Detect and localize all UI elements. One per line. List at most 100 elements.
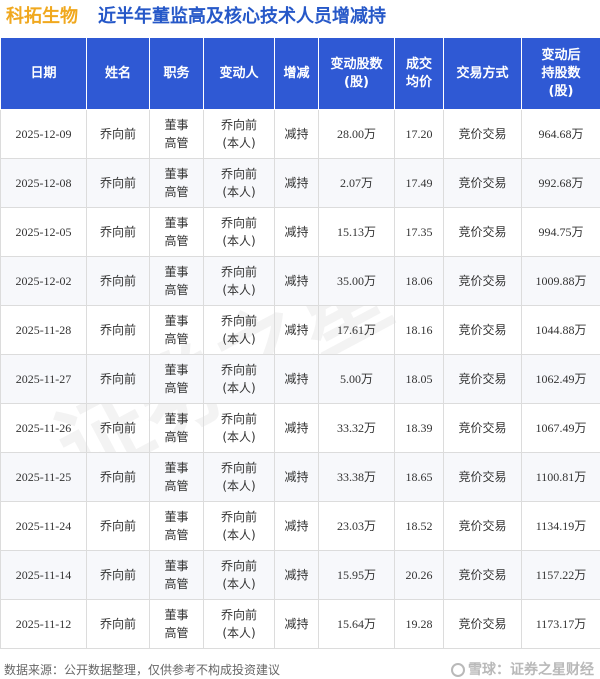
cell-after: 1067.49万 — [521, 403, 600, 453]
column-header: 姓名 — [86, 37, 150, 110]
cell-name: 乔向前 — [86, 158, 150, 208]
cell-change: 减持 — [274, 452, 319, 502]
cell-change: 减持 — [274, 403, 319, 453]
cell-price: 18.06 — [394, 256, 444, 306]
cell-price: 17.49 — [394, 158, 444, 208]
cell-role: 董事 高管 — [149, 403, 204, 453]
cell-name: 乔向前 — [86, 403, 150, 453]
cell-after: 1009.88万 — [521, 256, 600, 306]
brand-text: 雪球：证券之星财经 — [468, 662, 594, 678]
column-header: 变动后 持股数 (股) — [521, 37, 600, 110]
cell-method: 竞价交易 — [443, 109, 522, 159]
column-header: 增减 — [274, 37, 319, 110]
cell-shares: 5.00万 — [318, 354, 395, 404]
cell-price: 17.20 — [394, 109, 444, 159]
cell-method: 竞价交易 — [443, 501, 522, 551]
cell-after: 1157.22万 — [521, 550, 600, 600]
cell-change: 减持 — [274, 109, 319, 159]
cell-role: 董事 高管 — [149, 305, 204, 355]
cell-role: 董事 高管 — [149, 109, 204, 159]
cell-name: 乔向前 — [86, 305, 150, 355]
cell-person: 乔向前 (本人) — [203, 354, 275, 404]
page-title: 近半年董监高及核心技术人员增减持 — [98, 6, 386, 27]
cell-change: 减持 — [274, 599, 319, 649]
table-row: 2025-12-09 乔向前 董事 高管 乔向前 (本人) 减持 28.00万 17.20 竞价交… — [0, 109, 600, 159]
cell-change: 减持 — [274, 305, 319, 355]
cell-price: 18.16 — [394, 305, 444, 355]
cell-price: 18.05 — [394, 354, 444, 404]
table-row: 2025-12-08 乔向前 董事 高管 乔向前 (本人) 减持 2.07万 17.49 竞价交易… — [0, 158, 600, 208]
cell-shares: 33.32万 — [318, 403, 395, 453]
cell-date: 2025-12-05 — [0, 207, 87, 257]
cell-after: 1062.49万 — [521, 354, 600, 404]
brand-label: 雪球：证券之星财经 — [451, 659, 594, 679]
cell-after: 1134.19万 — [521, 501, 600, 551]
cell-method: 竞价交易 — [443, 354, 522, 404]
cell-person: 乔向前 (本人) — [203, 599, 275, 649]
cell-shares: 2.07万 — [318, 158, 395, 208]
cell-price: 20.26 — [394, 550, 444, 600]
table-row: 2025-11-12 乔向前 董事 高管 乔向前 (本人) 减持 15.64万 19.28 竞价交… — [0, 599, 600, 649]
cell-person: 乔向前 (本人) — [203, 550, 275, 600]
cell-method: 竞价交易 — [443, 452, 522, 502]
table-row: 2025-11-28 乔向前 董事 高管 乔向前 (本人) 减持 17.61万 18.16 竞价交… — [0, 305, 600, 355]
cell-after: 1100.81万 — [521, 452, 600, 502]
cell-role: 董事 高管 — [149, 256, 204, 306]
cell-method: 竞价交易 — [443, 207, 522, 257]
cell-method: 竞价交易 — [443, 550, 522, 600]
table-row: 2025-11-26 乔向前 董事 高管 乔向前 (本人) 减持 33.32万 18.39 竞价交… — [0, 403, 600, 453]
cell-price: 18.39 — [394, 403, 444, 453]
cell-date: 2025-12-09 — [0, 109, 87, 159]
column-header: 日期 — [0, 37, 87, 110]
cell-date: 2025-12-08 — [0, 158, 87, 208]
cell-date: 2025-12-02 — [0, 256, 87, 306]
cell-price: 19.28 — [394, 599, 444, 649]
cell-change: 减持 — [274, 550, 319, 600]
cell-name: 乔向前 — [86, 109, 150, 159]
cell-date: 2025-11-26 — [0, 403, 87, 453]
cell-after: 1173.17万 — [521, 599, 600, 649]
cell-role: 董事 高管 — [149, 452, 204, 502]
cell-shares: 23.03万 — [318, 501, 395, 551]
table-body: 2025-12-09 乔向前 董事 高管 乔向前 (本人) 减持 28.00万 17.20 竞价交… — [0, 109, 600, 649]
cell-shares: 15.95万 — [318, 550, 395, 600]
cell-role: 董事 高管 — [149, 550, 204, 600]
cell-date: 2025-11-24 — [0, 501, 87, 551]
cell-role: 董事 高管 — [149, 207, 204, 257]
column-header: 成交 均价 — [394, 37, 444, 110]
cell-shares: 35.00万 — [318, 256, 395, 306]
cell-change: 减持 — [274, 207, 319, 257]
cell-change: 减持 — [274, 501, 319, 551]
footer: 数据来源：公开数据整理，仅供参考不构成投资建议 雪球：证券之星财经 — [0, 661, 600, 679]
cell-after: 992.68万 — [521, 158, 600, 208]
table-row: 2025-12-05 乔向前 董事 高管 乔向前 (本人) 减持 15.13万 17.35 竞价交… — [0, 207, 600, 257]
cell-method: 竞价交易 — [443, 305, 522, 355]
title-bar: 科拓生物 近半年董监高及核心技术人员增减持 — [0, 0, 600, 36]
data-source-note: 数据来源：公开数据整理，仅供参考不构成投资建议 — [4, 663, 281, 677]
table-row: 2025-12-02 乔向前 董事 高管 乔向前 (本人) 减持 35.00万 18.06 竞价交… — [0, 256, 600, 306]
table-row: 2025-11-27 乔向前 董事 高管 乔向前 (本人) 减持 5.00万 18.05 竞价交易… — [0, 354, 600, 404]
cell-role: 董事 高管 — [149, 158, 204, 208]
company-name: 科拓生物 — [6, 6, 78, 27]
cell-after: 994.75万 — [521, 207, 600, 257]
cell-method: 竞价交易 — [443, 256, 522, 306]
table-row: 2025-11-25 乔向前 董事 高管 乔向前 (本人) 减持 33.38万 18.65 竞价交… — [0, 452, 600, 502]
cell-role: 董事 高管 — [149, 354, 204, 404]
column-header: 变动人 — [203, 37, 275, 110]
cell-name: 乔向前 — [86, 452, 150, 502]
cell-name: 乔向前 — [86, 501, 150, 551]
cell-person: 乔向前 (本人) — [203, 109, 275, 159]
cell-person: 乔向前 (本人) — [203, 158, 275, 208]
cell-role: 董事 高管 — [149, 501, 204, 551]
column-header: 职务 — [149, 37, 204, 110]
cell-change: 减持 — [274, 354, 319, 404]
cell-date: 2025-11-27 — [0, 354, 87, 404]
table-row: 2025-11-24 乔向前 董事 高管 乔向前 (本人) 减持 23.03万 18.52 竞价交… — [0, 501, 600, 551]
cell-name: 乔向前 — [86, 550, 150, 600]
header-row: 日期 姓名 职务 变动人 增减 变动股数 (股) 成交 均价 交易方式 变动后 持股数 (股) — [0, 37, 600, 110]
table-row: 2025-11-14 乔向前 董事 高管 乔向前 (本人) 减持 15.95万 20.26 竞价交… — [0, 550, 600, 600]
cell-shares: 33.38万 — [318, 452, 395, 502]
cell-name: 乔向前 — [86, 599, 150, 649]
cell-name: 乔向前 — [86, 354, 150, 404]
cell-after: 1044.88万 — [521, 305, 600, 355]
